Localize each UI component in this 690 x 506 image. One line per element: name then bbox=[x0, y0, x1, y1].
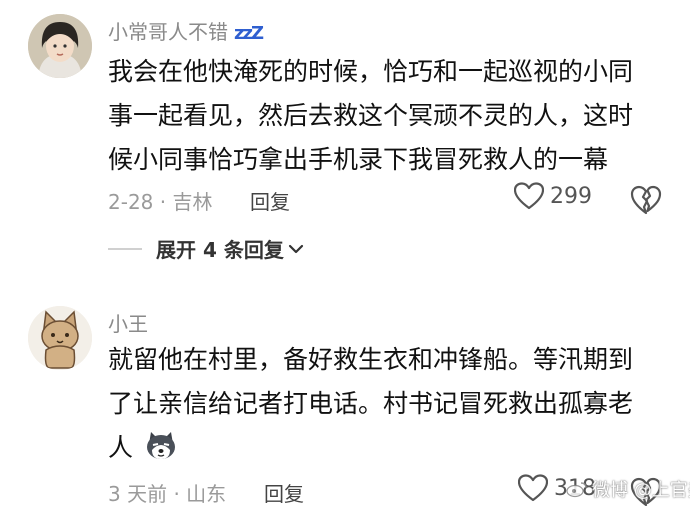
heart-icon bbox=[514, 182, 544, 210]
girl-avatar-icon bbox=[28, 14, 92, 78]
comment-meta: 2-28 · 吉林 bbox=[108, 190, 213, 214]
reply-button[interactable]: 回复 bbox=[264, 478, 304, 506]
heart-icon bbox=[518, 474, 548, 502]
comment-line: 就留他在村里，备好救生衣和冲锋船。等汛期到 bbox=[108, 345, 634, 374]
username[interactable]: 小王 bbox=[108, 308, 148, 337]
dislike-button[interactable] bbox=[630, 184, 662, 216]
expand-replies-label: 展开 4 条回复 bbox=[156, 238, 284, 262]
weibo-logo-icon bbox=[566, 482, 587, 498]
comment-line: 事一起看见，然后去救这个冥顽不灵的人，这时 bbox=[108, 101, 634, 130]
sleep-badge-icon: zzZ bbox=[234, 23, 264, 44]
comment-text: 我会在他快淹死的时候，恰巧和一起巡视的小同 事一起看见，然后去救这个冥顽不灵的人… bbox=[108, 50, 678, 182]
comment-line: 候小同事恰巧拿出手机录下我冒死救人的一幕 bbox=[108, 145, 609, 174]
user-avatar[interactable] bbox=[28, 306, 92, 370]
comment-line: 了让亲信给记者打电话。村书记冒死救出孤寡老 bbox=[108, 389, 634, 418]
comment-meta: 3 天前 · 山东 bbox=[108, 482, 227, 506]
divider bbox=[108, 247, 142, 250]
comment-item: 小常哥人不错 zzZ 我会在他快淹死的时候，恰巧和一起巡视的小同 事一起看见，然后… bbox=[0, 0, 690, 270]
watermark-text: 微博 @上官美娱 bbox=[592, 480, 690, 501]
comment-line: 人 bbox=[108, 426, 678, 470]
husky-emoji-icon bbox=[146, 432, 175, 459]
broken-heart-icon bbox=[630, 185, 662, 215]
like-button[interactable]: 299 bbox=[514, 182, 592, 210]
comment-line: 我会在他快淹死的时候，恰巧和一起巡视的小同 bbox=[108, 57, 634, 86]
expand-replies-button[interactable]: 展开 4 条回复 bbox=[108, 234, 304, 263]
cat-avatar-icon bbox=[28, 306, 92, 370]
like-count: 299 bbox=[550, 183, 592, 209]
reply-button[interactable]: 回复 bbox=[250, 186, 290, 215]
chevron-down-icon bbox=[288, 244, 303, 253]
username[interactable]: 小常哥人不错 zzZ bbox=[108, 16, 264, 45]
comment-text: 就留他在村里，备好救生衣和冲锋船。等汛期到 了让亲信给记者打电话。村书记冒死救出… bbox=[108, 338, 678, 470]
user-avatar[interactable] bbox=[28, 14, 92, 78]
watermark: 微博 @上官美娱 bbox=[566, 476, 690, 502]
